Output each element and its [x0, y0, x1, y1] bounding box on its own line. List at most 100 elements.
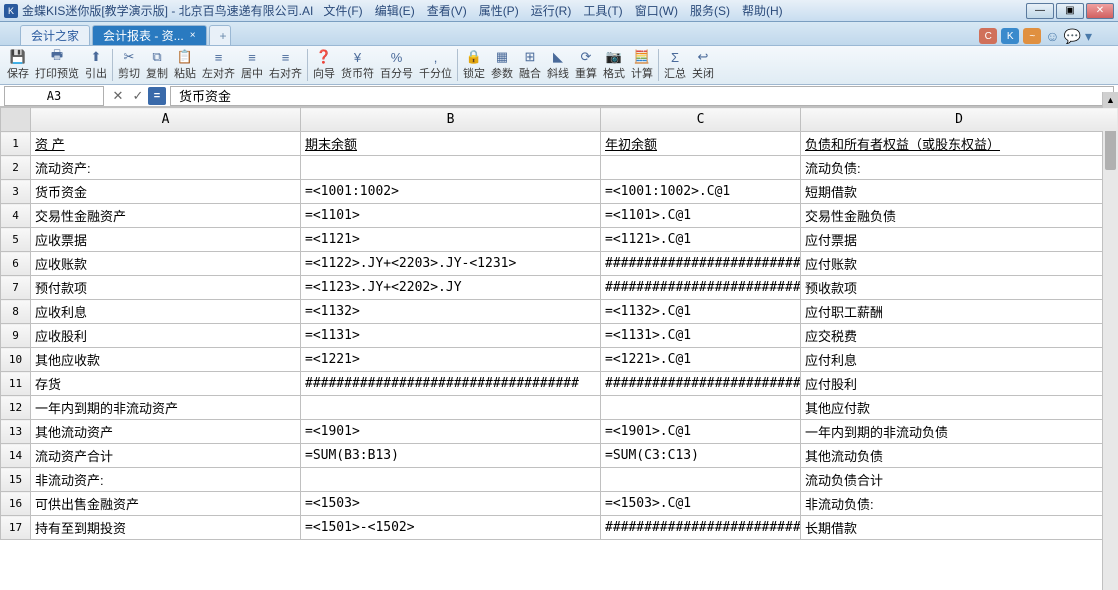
- cell[interactable]: #########################: [601, 516, 801, 540]
- cell[interactable]: 年初余额: [601, 132, 801, 156]
- cell[interactable]: #########################: [601, 372, 801, 396]
- cell[interactable]: 其他应付款: [801, 396, 1118, 420]
- paste-button[interactable]: 📋粘贴: [171, 48, 199, 82]
- align-left-button[interactable]: ≡左对齐: [199, 48, 238, 82]
- cell[interactable]: =<1901>: [301, 420, 601, 444]
- cell[interactable]: [601, 468, 801, 492]
- cell[interactable]: #########################: [601, 252, 801, 276]
- params-button[interactable]: ▦参数: [488, 48, 516, 82]
- cell[interactable]: 其他流动负债: [801, 444, 1118, 468]
- cell[interactable]: =<1121>: [301, 228, 601, 252]
- menu-services[interactable]: 服务(S): [690, 2, 730, 19]
- cell[interactable]: 其他流动资产: [31, 420, 301, 444]
- cell[interactable]: =<1123>.JY+<2202>.JY: [301, 276, 601, 300]
- percent-button[interactable]: %百分号: [377, 48, 416, 82]
- cell[interactable]: 短期借款: [801, 180, 1118, 204]
- cell[interactable]: 流动资产:: [31, 156, 301, 180]
- row-header[interactable]: 4: [1, 204, 31, 228]
- row-header[interactable]: 1: [1, 132, 31, 156]
- badge-k-icon[interactable]: K: [1001, 28, 1019, 44]
- lock-button[interactable]: 🔒锁定: [460, 48, 488, 82]
- row-header[interactable]: 13: [1, 420, 31, 444]
- row-header[interactable]: 12: [1, 396, 31, 420]
- row-header[interactable]: 17: [1, 516, 31, 540]
- fx-button[interactable]: =: [148, 87, 166, 105]
- tab-report[interactable]: 会计报表 - 资... ×: [92, 25, 207, 45]
- cell[interactable]: =<1132>.C@1: [601, 300, 801, 324]
- wizard-button[interactable]: ❓向导: [310, 48, 338, 82]
- cell[interactable]: 持有至到期投资: [31, 516, 301, 540]
- badge-cloud-icon[interactable]: ~: [1023, 28, 1041, 44]
- cell[interactable]: =<1131>: [301, 324, 601, 348]
- row-header[interactable]: 7: [1, 276, 31, 300]
- menu-run[interactable]: 运行(R): [531, 2, 572, 19]
- row-header[interactable]: 6: [1, 252, 31, 276]
- cell[interactable]: 应付股利: [801, 372, 1118, 396]
- export-button[interactable]: ⬆引出: [82, 48, 110, 82]
- copy-button[interactable]: ⧉复制: [143, 48, 171, 82]
- row-header[interactable]: 10: [1, 348, 31, 372]
- menu-help[interactable]: 帮助(H): [742, 2, 783, 19]
- cell[interactable]: 其他应收款: [31, 348, 301, 372]
- scroll-up-icon[interactable]: ▲: [1103, 92, 1118, 108]
- tab-add[interactable]: +: [209, 25, 231, 45]
- calc-button[interactable]: 🧮计算: [628, 48, 656, 82]
- cell[interactable]: 存货: [31, 372, 301, 396]
- vertical-scrollbar[interactable]: ▲: [1102, 92, 1118, 590]
- cell[interactable]: 长期借款: [801, 516, 1118, 540]
- close-button[interactable]: ✕: [1086, 3, 1114, 19]
- row-header[interactable]: 14: [1, 444, 31, 468]
- cell[interactable]: 交易性金融资产: [31, 204, 301, 228]
- row-header[interactable]: 15: [1, 468, 31, 492]
- tab-home[interactable]: 会计之家: [20, 25, 90, 45]
- column-header-d[interactable]: D: [801, 108, 1118, 132]
- cell[interactable]: =<1501>-<1502>: [301, 516, 601, 540]
- save-button[interactable]: 💾保存: [4, 48, 32, 82]
- menu-tools[interactable]: 工具(T): [583, 2, 622, 19]
- cell[interactable]: 预付款项: [31, 276, 301, 300]
- menu-window[interactable]: 窗口(W): [635, 2, 678, 19]
- maximize-button[interactable]: ▣: [1056, 3, 1084, 19]
- format-button[interactable]: 📷格式: [600, 48, 628, 82]
- cell[interactable]: 应付利息: [801, 348, 1118, 372]
- row-header[interactable]: 2: [1, 156, 31, 180]
- cell[interactable]: =<1503>.C@1: [601, 492, 801, 516]
- badge-c-icon[interactable]: C: [979, 28, 997, 44]
- cell[interactable]: 流动资产合计: [31, 444, 301, 468]
- cell[interactable]: 流动负债合计: [801, 468, 1118, 492]
- align-center-button[interactable]: ≡居中: [238, 48, 266, 82]
- cell[interactable]: 期末余额: [301, 132, 601, 156]
- row-header[interactable]: 16: [1, 492, 31, 516]
- cell[interactable]: =<1001:1002>.C@1: [601, 180, 801, 204]
- cell[interactable]: =<1132>: [301, 300, 601, 324]
- cell[interactable]: 交易性金融负债: [801, 204, 1118, 228]
- cell[interactable]: 预收款项: [801, 276, 1118, 300]
- cell[interactable]: =<1221>: [301, 348, 601, 372]
- cell[interactable]: =<1122>.JY+<2203>.JY-<1231>: [301, 252, 601, 276]
- chat-icon[interactable]: 💬: [1064, 28, 1081, 45]
- cell[interactable]: 应付账款: [801, 252, 1118, 276]
- diagonal-button[interactable]: ◣斜线: [544, 48, 572, 82]
- align-right-button[interactable]: ≡右对齐: [266, 48, 305, 82]
- cell[interactable]: =<1221>.C@1: [601, 348, 801, 372]
- thousands-button[interactable]: ,千分位: [416, 48, 455, 82]
- cell[interactable]: 资 产: [31, 132, 301, 156]
- row-header[interactable]: 3: [1, 180, 31, 204]
- cell[interactable]: 应收股利: [31, 324, 301, 348]
- summary-button[interactable]: Σ汇总: [661, 48, 689, 82]
- row-header[interactable]: 11: [1, 372, 31, 396]
- cell[interactable]: 应付票据: [801, 228, 1118, 252]
- cell[interactable]: 非流动资产:: [31, 468, 301, 492]
- cell[interactable]: 流动负债:: [801, 156, 1118, 180]
- currency-button[interactable]: ¥货币符: [338, 48, 377, 82]
- cell[interactable]: 货币资金: [31, 180, 301, 204]
- cell[interactable]: 应付职工薪酬: [801, 300, 1118, 324]
- menu-props[interactable]: 属性(P): [479, 2, 519, 19]
- cell[interactable]: ###################################: [301, 372, 601, 396]
- cell[interactable]: 负债和所有者权益（或股东权益）: [801, 132, 1118, 156]
- minimize-button[interactable]: —: [1026, 3, 1054, 19]
- spreadsheet[interactable]: A B C D 1资 产期末余额年初余额负债和所有者权益（或股东权益）2流动资产…: [0, 107, 1118, 589]
- cell[interactable]: =<1121>.C@1: [601, 228, 801, 252]
- tab-close-icon[interactable]: ×: [190, 30, 196, 41]
- column-header-c[interactable]: C: [601, 108, 801, 132]
